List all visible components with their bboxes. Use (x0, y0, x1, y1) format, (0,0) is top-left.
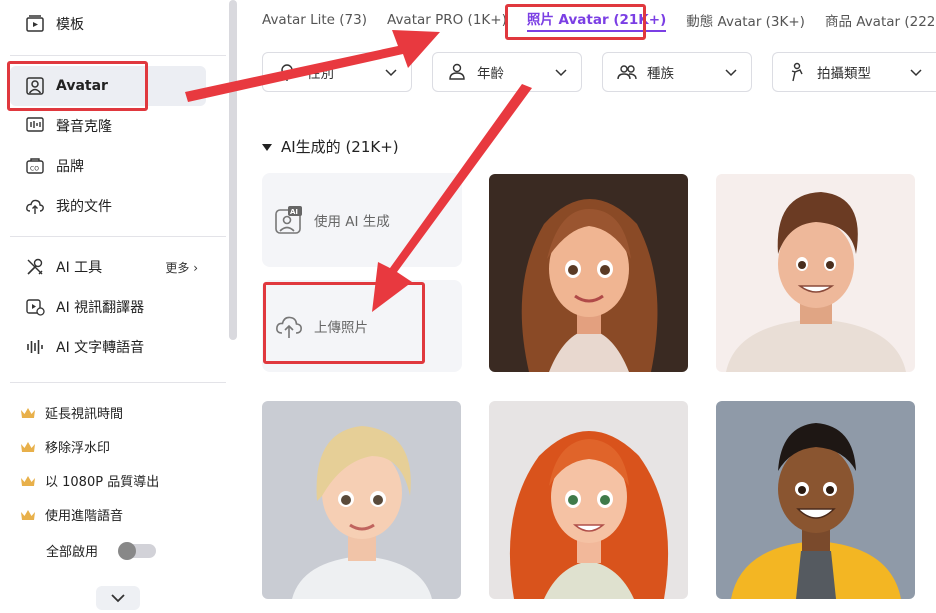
enable-all-label: 全部啟用 (46, 545, 99, 560)
feature-item: 延長視訊時間 (20, 403, 123, 422)
age-icon (449, 63, 465, 80)
avatar-thumbnail[interactable] (262, 401, 461, 599)
svg-text:AI: AI (290, 208, 298, 216)
app-root: 模板 Avatar 聲音克隆 CO 品牌 我的文件 AI 工具 更多 › AI … (0, 0, 936, 613)
sidebar-item-video-translator[interactable]: AI 視訊翻譯器 (10, 287, 206, 327)
sidebar-item-brand[interactable]: CO 品牌 (10, 146, 206, 186)
sidebar-item-template[interactable]: 模板 (10, 4, 206, 44)
tab-avatar-lite[interactable]: Avatar Lite (73) (262, 12, 367, 28)
ai-avatar-icon: AI (275, 206, 302, 234)
brand-icon: CO (24, 155, 46, 177)
cloud-upload-icon (24, 195, 46, 217)
template-icon (24, 13, 46, 35)
filter-age[interactable]: 年齡 (432, 52, 582, 92)
sidebar-item-voice-clone[interactable]: 聲音克隆 (10, 106, 206, 146)
crown-icon (21, 441, 35, 452)
sidebar-item-label: 我的文件 (56, 199, 112, 215)
sidebar-item-label: AI 工具 (56, 260, 103, 276)
crown-icon (21, 475, 35, 486)
filter-gender[interactable]: 性別 (262, 52, 412, 92)
chevron-down-icon (385, 69, 397, 77)
tab-avatar-pro[interactable]: Avatar PRO (1K+) (387, 12, 507, 28)
section-title: AI生成的 (21K+) (281, 138, 399, 156)
annotation-highlight-avatar (7, 61, 148, 111)
tab-product-avatar[interactable]: 商品 Avatar (222) (825, 10, 936, 30)
collapse-button[interactable] (96, 586, 140, 610)
sidebar-item-text-to-speech[interactable]: AI 文字轉語音 (10, 327, 206, 367)
chevron-down-icon (111, 593, 125, 602)
crown-icon (21, 509, 35, 520)
feature-item: 以 1080P 品質導出 (20, 471, 159, 490)
caret-down-icon (262, 143, 272, 151)
avatar-thumbnail[interactable] (489, 174, 688, 372)
avatar-portrait-image (489, 401, 688, 599)
divider (10, 382, 226, 383)
divider (10, 55, 226, 56)
sidebar-item-label: 模板 (56, 17, 84, 33)
chevron-down-icon (910, 69, 922, 77)
svg-text:CO: CO (30, 166, 39, 173)
divider (10, 236, 226, 237)
avatar-portrait-image (262, 401, 461, 599)
sidebar-item-label: 品牌 (56, 159, 84, 175)
avatar-thumbnail[interactable] (716, 401, 915, 599)
generate-label: 使用 AI 生成 (314, 214, 390, 230)
filter-shot-type[interactable]: 拍攝類型 (772, 52, 936, 92)
voice-clone-icon (24, 115, 46, 137)
pose-icon (791, 62, 803, 82)
more-link[interactable]: 更多 › (165, 259, 198, 276)
avatar-thumbnail[interactable] (489, 401, 688, 599)
avatar-thumbnail[interactable] (716, 174, 915, 372)
avatar-portrait-image (716, 401, 915, 599)
sidebar-item-label: AI 視訊翻譯器 (56, 300, 145, 316)
sidebar-item-my-files[interactable]: 我的文件 (10, 186, 206, 226)
sidebar-item-label: 聲音克隆 (56, 119, 112, 135)
sidebar-item-label: AI 文字轉語音 (56, 340, 145, 356)
feature-item: 移除浮水印 (20, 437, 110, 456)
enable-all-toggle[interactable] (118, 541, 157, 560)
sidebar-scrollbar[interactable] (229, 0, 237, 340)
avatar-portrait-image (489, 174, 688, 372)
enable-all-row: 全部啟用 (46, 541, 157, 560)
tab-dynamic-avatar[interactable]: 動態 Avatar (3K+) (686, 10, 805, 30)
avatar-portrait-image (716, 174, 915, 372)
annotation-highlight-upload (263, 282, 425, 364)
crown-icon (21, 407, 35, 418)
sidebar: 模板 Avatar 聲音克隆 CO 品牌 我的文件 AI 工具 更多 › AI … (0, 0, 238, 613)
video-translate-icon (24, 296, 46, 318)
tools-icon (24, 256, 46, 278)
waveform-icon (24, 336, 46, 358)
section-header[interactable]: AI生成的 (21K+) (262, 136, 399, 157)
feature-item: 使用進階語音 (20, 505, 123, 524)
chevron-down-icon (555, 69, 567, 77)
filter-ethnicity[interactable]: 種族 (602, 52, 752, 92)
gender-icon (281, 64, 293, 81)
people-icon (617, 65, 637, 80)
generate-with-ai-card[interactable]: AI 使用 AI 生成 (262, 173, 462, 267)
sidebar-item-ai-tools[interactable]: AI 工具 更多 › (10, 247, 206, 287)
annotation-highlight-tab (505, 4, 646, 40)
chevron-down-icon (725, 69, 737, 77)
